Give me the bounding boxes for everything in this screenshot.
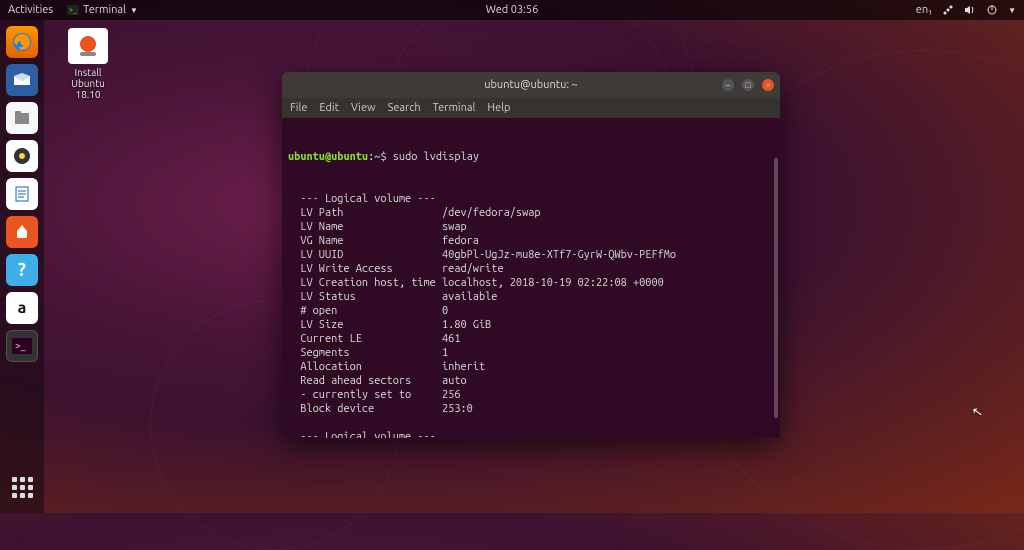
terminal-icon: >_ [67, 5, 79, 15]
app-menu[interactable]: >_ Terminal ▼ [67, 4, 138, 16]
output-line: Block device 253:0 [288, 402, 774, 416]
svg-text:>_: >_ [69, 6, 77, 14]
desktop-icon-install-ubuntu[interactable]: Install Ubuntu 18.10 [56, 28, 120, 100]
chevron-down-icon: ▼ [130, 6, 138, 15]
output-line [288, 416, 774, 430]
output-line: # open 0 [288, 304, 774, 318]
dock: ? a >_ [0, 20, 44, 513]
output-line: Segments 1 [288, 346, 774, 360]
menu-file[interactable]: File [290, 102, 307, 114]
output-line: LV Path /dev/fedora/swap [288, 206, 774, 220]
menu-bar: File Edit View Search Terminal Help [282, 98, 780, 118]
show-applications-button[interactable] [6, 471, 38, 503]
language-indicator[interactable]: en₁ [916, 4, 932, 16]
install-icon [68, 28, 108, 64]
output-line: LV Creation host, time localhost, 2018-1… [288, 276, 774, 290]
window-titlebar[interactable]: ubuntu@ubuntu: ~ – □ × [282, 72, 780, 98]
cursor-icon: ↖ [971, 404, 984, 421]
output-line: --- Logical volume --- [288, 430, 774, 438]
prompt-line: ubuntu@ubuntu:~$ sudo lvdisplay [288, 150, 774, 164]
top-bar: Activities >_ Terminal ▼ Wed 03:56 en₁ ▼ [0, 0, 1024, 20]
minimize-button[interactable]: – [722, 79, 734, 91]
desktop-icon-label: Install Ubuntu 18.10 [56, 67, 120, 100]
dock-item-files[interactable] [6, 102, 38, 134]
menu-edit[interactable]: Edit [319, 102, 339, 114]
scrollbar[interactable] [774, 158, 778, 418]
output-line: Allocation inherit [288, 360, 774, 374]
output-line: - currently set to 256 [288, 388, 774, 402]
output-line: --- Logical volume --- [288, 192, 774, 206]
terminal-window: ubuntu@ubuntu: ~ – □ × File Edit View Se… [282, 72, 780, 438]
menu-help[interactable]: Help [487, 102, 510, 114]
dock-item-thunderbird[interactable] [6, 64, 38, 96]
output-line: Current LE 461 [288, 332, 774, 346]
output-line: LV Name swap [288, 220, 774, 234]
volume-icon[interactable] [964, 4, 976, 16]
dock-item-help[interactable]: ? [6, 254, 38, 286]
dock-item-terminal[interactable]: >_ [6, 330, 38, 362]
svg-text:>_: >_ [15, 340, 26, 351]
dock-item-firefox[interactable] [6, 26, 38, 58]
terminal-output[interactable]: ubuntu@ubuntu:~$ sudo lvdisplay --- Logi… [282, 118, 780, 438]
dock-item-amazon[interactable]: a [6, 292, 38, 324]
app-menu-label: Terminal [83, 4, 126, 16]
output-line: VG Name fedora [288, 234, 774, 248]
output-line: LV Size 1.80 GiB [288, 318, 774, 332]
dock-item-writer[interactable] [6, 178, 38, 210]
close-button[interactable]: × [762, 79, 774, 91]
clock[interactable]: Wed 03:56 [486, 4, 539, 16]
output-line: LV UUID 40gbPl-UgJz-mu8e-XTf7-GyrW-QWbv-… [288, 248, 774, 262]
power-icon[interactable] [986, 4, 998, 16]
activities-button[interactable]: Activities [8, 4, 53, 16]
maximize-button[interactable]: □ [742, 79, 754, 91]
menu-search[interactable]: Search [388, 102, 421, 114]
output-line: LV Status available [288, 290, 774, 304]
chevron-down-icon: ▼ [1008, 6, 1016, 15]
dock-item-software[interactable] [6, 216, 38, 248]
menu-terminal[interactable]: Terminal [433, 102, 476, 114]
output-line: Read ahead sectors auto [288, 374, 774, 388]
menu-view[interactable]: View [351, 102, 376, 114]
network-icon[interactable] [942, 4, 954, 16]
output-line: LV Write Access read/write [288, 262, 774, 276]
window-title: ubuntu@ubuntu: ~ [484, 79, 578, 91]
dock-item-rhythmbox[interactable] [6, 140, 38, 172]
